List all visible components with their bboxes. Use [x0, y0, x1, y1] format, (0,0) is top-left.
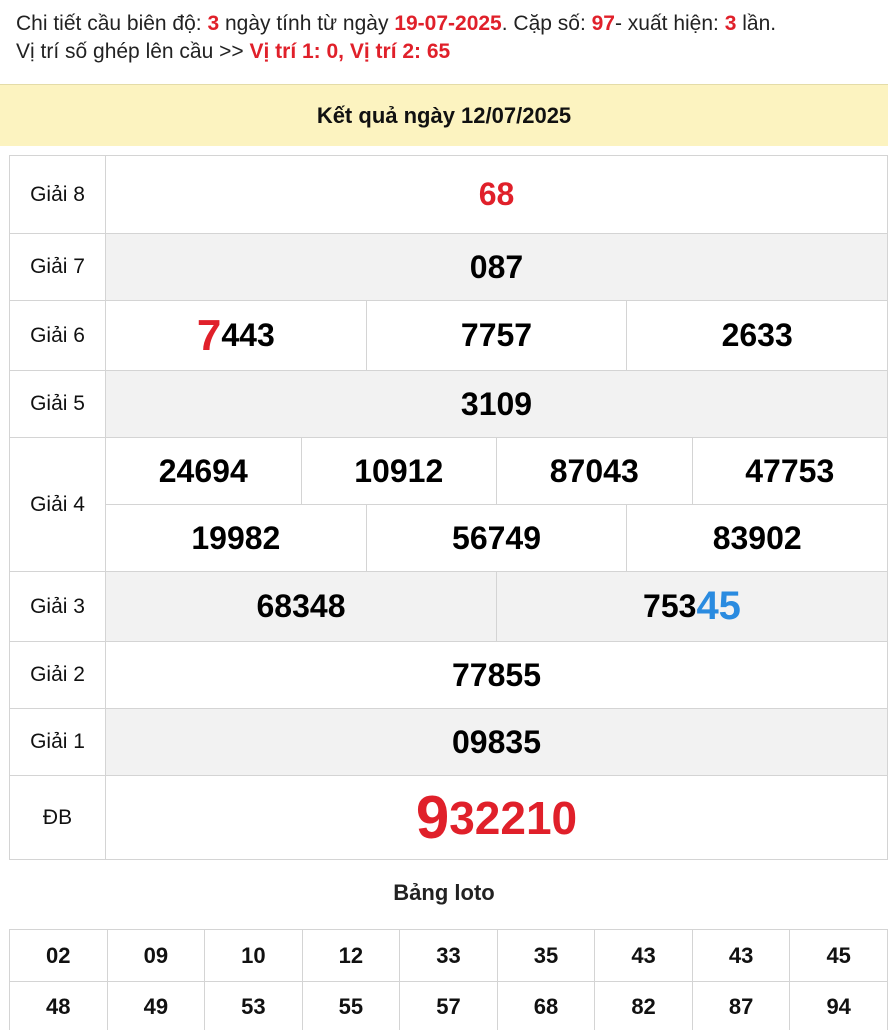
loto-cell: 35 — [496, 929, 596, 982]
prize-number: 47753 — [691, 438, 888, 504]
loto-table: 02 09 10 12 33 35 43 43 45 48 49 53 55 5… — [9, 929, 888, 1030]
loto-title: Bảng loto — [393, 880, 495, 905]
prize-row-special: ĐB 9 32210 — [9, 775, 888, 860]
prize-number: 753 45 — [496, 572, 887, 641]
prize-label: Giải 3 — [9, 571, 106, 642]
prize-number: 087 — [469, 248, 524, 285]
loto-cell: 12 — [301, 929, 401, 982]
prize-number: 7757 — [365, 301, 627, 370]
loto-row: 48 49 53 55 57 68 82 87 94 — [9, 981, 888, 1030]
loto-cell: 53 — [204, 981, 303, 1030]
pair-value: 97 — [591, 12, 615, 35]
prize-number: 87043 — [496, 438, 692, 504]
prize-label: Giải 4 — [9, 437, 106, 572]
start-date: 19-07-2025 — [394, 12, 502, 35]
special-prize-number: 9 32210 — [415, 784, 578, 851]
bridge-info-line1: Chi tiết cầu biên độ: 3 ngày tính từ ngà… — [16, 12, 777, 35]
prize-number: 68348 — [256, 588, 346, 624]
loto-cell: 49 — [106, 981, 206, 1030]
prize-row-1: Giải 1 09835 — [9, 708, 888, 776]
bridge-info: Chi tiết cầu biên độ: 3 ngày tính từ ngà… — [16, 10, 886, 66]
prize-number: 68 — [478, 176, 515, 212]
prize-label: Giải 1 — [9, 708, 106, 776]
prize-row-3: Giải 3 68348 753 45 — [9, 571, 888, 642]
prize-number: 3109 — [460, 385, 533, 422]
prize-number: 56749 — [365, 505, 627, 571]
prize-number: 19982 — [191, 519, 281, 556]
prize-row-8: Giải 8 68 — [9, 155, 888, 234]
loto-cell: 94 — [789, 981, 888, 1030]
prize-number: 2633 — [626, 301, 887, 370]
loto-cell: 57 — [399, 981, 498, 1030]
prize-label: Giải 7 — [9, 233, 106, 301]
prize-label: Giải 5 — [9, 370, 106, 438]
prize-row-4: Giải 4 24694 10912 87043 47753 19982 567… — [9, 437, 888, 572]
days-value: 3 — [207, 12, 220, 35]
prize-number: 24694 — [158, 452, 248, 489]
prize-label: ĐB — [9, 775, 106, 860]
prize-label: Giải 2 — [9, 641, 106, 709]
prize-label: Giải 6 — [9, 300, 106, 371]
prize-label: Giải 8 — [9, 155, 106, 234]
prize-row-5: Giải 5 3109 — [9, 370, 888, 438]
prize-number: 10912 — [300, 438, 497, 504]
loto-cell: 02 — [9, 929, 108, 982]
loto-cell: 33 — [399, 929, 498, 982]
prize-row-6: Giải 6 7 443 7757 2633 — [9, 300, 888, 371]
prize-number: 09835 — [452, 723, 541, 760]
result-title: Kết quả ngày 12/07/2025 — [0, 84, 888, 146]
count-value: 3 — [724, 12, 737, 35]
loto-cell: 55 — [301, 981, 401, 1030]
bridge-info-line2: Vị trí số ghép lên cầu >> Vị trí 1: 0, V… — [16, 40, 451, 63]
results-table: Giải 8 68 Giải 7 087 Giải 6 7 443 7757 26… — [9, 155, 888, 860]
prize-number: 83902 — [626, 505, 887, 571]
prize-number: 7 443 — [196, 310, 275, 360]
loto-cell: 45 — [789, 929, 888, 982]
loto-cell: 82 — [594, 981, 693, 1030]
prize-row-7: Giải 7 087 — [9, 233, 888, 301]
loto-cell: 87 — [691, 981, 791, 1030]
loto-row: 02 09 10 12 33 35 43 43 45 — [9, 929, 888, 982]
loto-cell: 48 — [9, 981, 108, 1030]
prize-number: 77855 — [452, 656, 541, 693]
positions-value: Vị trí 1: 0, Vị trí 2: 65 — [249, 40, 451, 63]
prize-row-2: Giải 2 77855 — [9, 641, 888, 709]
loto-cell: 09 — [106, 929, 206, 982]
loto-cell: 43 — [691, 929, 791, 982]
loto-cell: 43 — [594, 929, 693, 982]
loto-cell: 10 — [204, 929, 303, 982]
loto-cell: 68 — [496, 981, 596, 1030]
